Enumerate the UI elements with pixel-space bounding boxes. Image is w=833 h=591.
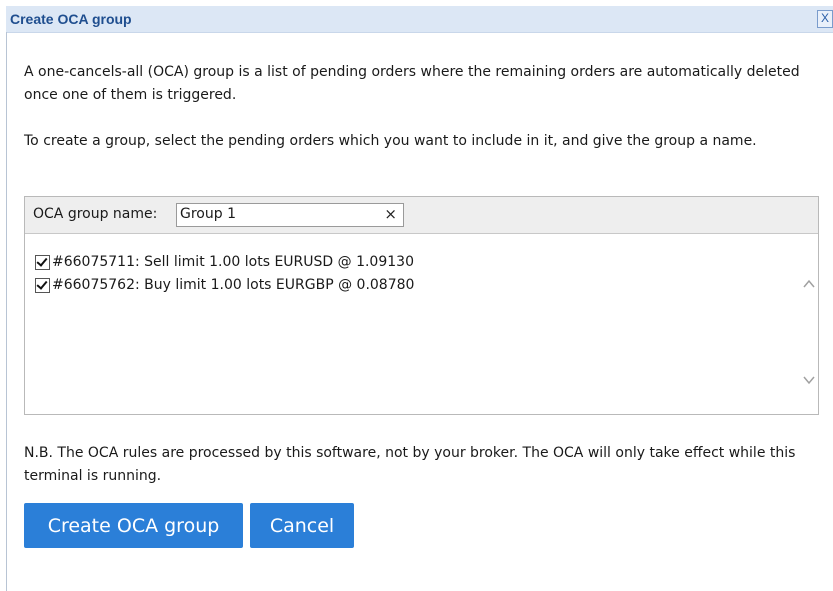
order-checkbox[interactable] xyxy=(35,254,50,270)
group-name-label: OCA group name: xyxy=(33,206,158,222)
order-checkbox[interactable] xyxy=(35,277,50,293)
instructions-text: To create a group, select the pending or… xyxy=(24,133,757,149)
close-button[interactable]: X xyxy=(817,10,833,28)
group-name-field-wrap: × xyxy=(176,203,404,227)
dialog-title: Create OCA group xyxy=(10,11,132,27)
dialog-border-left xyxy=(6,32,7,591)
oca-group-panel: OCA group name: × #66075711: Sell limit … xyxy=(24,196,819,415)
create-oca-dialog: Create OCA group X A one-cancels-all (OC… xyxy=(0,0,833,591)
intro-text: A one-cancels-all (OCA) group is a list … xyxy=(24,64,800,103)
create-oca-group-button[interactable]: Create OCA group xyxy=(24,503,243,548)
scroll-up-icon[interactable] xyxy=(802,277,816,291)
cancel-button[interactable]: Cancel xyxy=(250,503,354,548)
note-text: N.B. The OCA rules are processed by this… xyxy=(24,445,796,484)
group-name-bar: OCA group name: × xyxy=(25,197,818,234)
dialog-title-bar[interactable]: Create OCA group X xyxy=(6,6,833,33)
scroll-down-icon[interactable] xyxy=(802,373,816,387)
list-item[interactable]: #66075711: Sell limit 1.00 lots EURUSD @… xyxy=(35,252,414,272)
group-name-input[interactable] xyxy=(177,204,383,224)
orders-list: #66075711: Sell limit 1.00 lots EURUSD @… xyxy=(25,234,800,413)
order-label: #66075711: Sell limit 1.00 lots EURUSD @… xyxy=(52,254,414,270)
clear-icon[interactable]: × xyxy=(384,205,397,223)
list-item[interactable]: #66075762: Buy limit 1.00 lots EURGBP @ … xyxy=(35,275,414,295)
order-label: #66075762: Buy limit 1.00 lots EURGBP @ … xyxy=(52,277,415,293)
